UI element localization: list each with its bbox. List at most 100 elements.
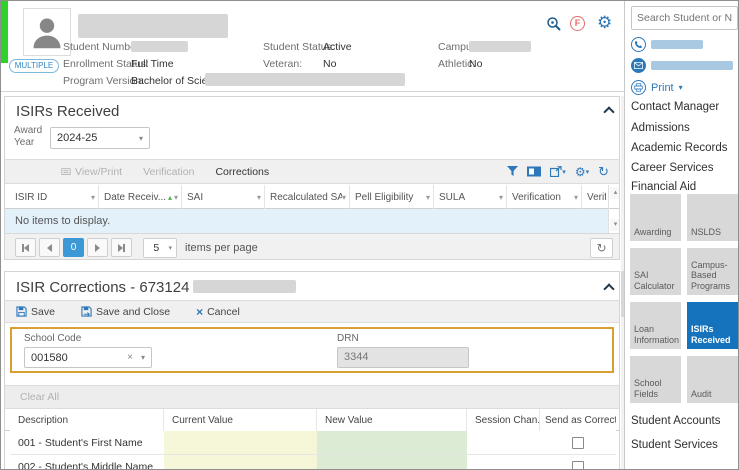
ferpa-flag-icon[interactable]: F: [570, 16, 585, 31]
column-panel-icon[interactable]: [527, 166, 542, 177]
grid-header-row: ISIR ID ▾ Date Receiv... ▴ ▾ SAI ▾ Recalcula…: [5, 185, 619, 209]
grid-scrollbar[interactable]: ▴ ▾: [608, 185, 619, 233]
send-correction-checkbox[interactable]: [572, 436, 584, 449]
multiple-badge[interactable]: MULTIPLE: [9, 59, 59, 73]
col-sula[interactable]: SULA ▾: [434, 185, 507, 209]
drn-field: 3344: [337, 347, 469, 368]
main-scrollbar[interactable]: [621, 96, 624, 469]
sidebar-item-contact-manager[interactable]: Contact Manager: [631, 101, 719, 113]
print-icon: [631, 80, 646, 95]
save-button[interactable]: Save: [16, 306, 55, 318]
sidebar-item-student-services[interactable]: Student Services: [631, 439, 718, 451]
column-menu-icon[interactable]: ▾: [426, 193, 430, 202]
email-row[interactable]: [631, 58, 733, 73]
sidebar-item-financial-aid[interactable]: Financial Aid: [631, 181, 696, 193]
isir-corrections-title: ISIR Corrections - 673124: [16, 279, 297, 296]
award-year-select[interactable]: 2024-25 ▾: [50, 127, 150, 149]
tile-sai-calculator[interactable]: SAI Calculator: [630, 248, 681, 295]
column-menu-icon[interactable]: ▾: [342, 193, 346, 202]
zoom-search-icon[interactable]: [546, 16, 562, 32]
save-close-icon: [81, 306, 92, 317]
col-send-as-correction: Send as Correction: [540, 409, 616, 431]
pager-current-page[interactable]: 0: [63, 238, 84, 257]
col-isir-id[interactable]: ISIR ID ▾: [10, 185, 99, 209]
main-scrollbar-thumb[interactable]: [621, 271, 624, 317]
col-verif-cut[interactable]: Verif: [582, 185, 609, 209]
col-verification[interactable]: Verification ▾: [507, 185, 582, 209]
tile-school-fields[interactable]: School Fields: [630, 356, 681, 403]
session-changed-cell: [467, 431, 540, 455]
new-value-cell[interactable]: [317, 455, 467, 469]
tile-isirs-received[interactable]: ISIRs Received: [687, 302, 738, 349]
column-menu-icon[interactable]: ▾: [574, 193, 578, 202]
campus-redacted: [469, 41, 531, 52]
enrollment-status-value: Full Time: [131, 58, 174, 70]
tile-nslds[interactable]: NSLDS: [687, 194, 738, 241]
collapse-chevron-icon[interactable]: [603, 283, 615, 295]
pager-last-button[interactable]: [111, 238, 132, 257]
isirs-received-section: ISIRs Received Award Year 2024-25 ▾ View…: [4, 96, 620, 260]
new-value-cell[interactable]: [317, 431, 467, 455]
pager-refresh-button[interactable]: ↻: [590, 237, 613, 258]
corrections-toolbar: Save Save and Close × Cancel: [5, 300, 619, 323]
filter-icon[interactable]: [507, 166, 519, 177]
school-code-select[interactable]: 001580 × ▾: [24, 347, 152, 368]
school-code-value: 001580: [31, 351, 68, 364]
verification-tab[interactable]: Verification: [143, 166, 194, 178]
col-date-received[interactable]: Date Receiv... ▴ ▾: [99, 185, 182, 209]
col-sai[interactable]: SAI ▾: [182, 185, 265, 209]
grid-settings-gear-icon[interactable]: ⚙ ▾: [575, 165, 589, 179]
current-value-cell[interactable]: [164, 431, 317, 455]
settings-gear-icon[interactable]: ⚙: [597, 14, 612, 31]
current-value-cell[interactable]: [164, 455, 317, 469]
corrections-table-header: Description Current Value New Value Sess…: [5, 409, 619, 431]
clear-x-icon[interactable]: ×: [125, 352, 135, 363]
tile-campus-based-programs[interactable]: Campus-Based Programs: [687, 248, 738, 295]
tile-loan-information[interactable]: Loan Information: [630, 302, 681, 349]
phone-row[interactable]: [631, 37, 703, 52]
grid-pager: 0 5 ▾ items per page ↻: [5, 233, 619, 259]
clear-all-button[interactable]: Clear All: [20, 391, 59, 403]
search-input[interactable]: [631, 6, 738, 30]
cancel-button[interactable]: × Cancel: [196, 306, 240, 318]
print-button[interactable]: Print: [651, 82, 674, 94]
chevron-down-icon: ▾: [138, 133, 143, 143]
save-and-close-button[interactable]: Save and Close: [81, 306, 170, 318]
print-doc-icon: [61, 167, 71, 177]
corrections-tab[interactable]: Corrections: [215, 166, 269, 178]
app-window: MULTIPLE Student Number: Enrollment Stat…: [0, 0, 739, 470]
send-correction-cell: [540, 431, 616, 455]
send-correction-checkbox[interactable]: [572, 460, 584, 469]
collapse-chevron-icon[interactable]: [603, 106, 615, 118]
sidebar-item-career-services[interactable]: Career Services: [631, 162, 713, 174]
pager-prev-button[interactable]: [39, 238, 60, 257]
email-icon: [631, 58, 646, 73]
pager-next-button[interactable]: [87, 238, 108, 257]
row-description: 001 - Student's First Name: [10, 431, 164, 455]
column-menu-icon[interactable]: ▾: [499, 193, 503, 202]
export-icon[interactable]: ▾: [550, 166, 566, 177]
tile-audit[interactable]: Audit: [687, 356, 738, 403]
page-size-select[interactable]: 5 ▾: [143, 237, 177, 258]
tile-awarding[interactable]: Awarding: [630, 194, 681, 241]
veteran-label: Veteran:: [263, 58, 303, 70]
view-print-button[interactable]: View/Print: [61, 166, 122, 178]
col-pell-eligibility[interactable]: Pell Eligibility ▾: [350, 185, 434, 209]
col-current-value: Current Value: [164, 409, 317, 431]
sidebar-item-student-accounts[interactable]: Student Accounts: [631, 415, 721, 427]
print-row[interactable]: Print ▾: [631, 80, 683, 95]
veteran-value: No: [323, 58, 337, 70]
col-recalculated-sai[interactable]: Recalculated SAI ▾: [265, 185, 350, 209]
scroll-down-icon[interactable]: ▾: [610, 219, 619, 231]
program-version-redacted: [205, 73, 405, 86]
grid-empty-message: No items to display.: [5, 209, 609, 233]
column-menu-icon[interactable]: ▾: [257, 193, 261, 202]
column-menu-icon[interactable]: ▾: [174, 193, 178, 202]
scroll-up-icon[interactable]: ▴: [610, 187, 619, 199]
grid-refresh-icon[interactable]: ↻: [598, 164, 609, 180]
sidebar-item-admissions[interactable]: Admissions: [631, 122, 690, 134]
pager-first-button[interactable]: [15, 238, 36, 257]
col-session-changed: Session Chan...: [467, 409, 540, 431]
sidebar-item-academic-records[interactable]: Academic Records: [631, 142, 728, 154]
column-menu-icon[interactable]: ▾: [91, 193, 95, 202]
